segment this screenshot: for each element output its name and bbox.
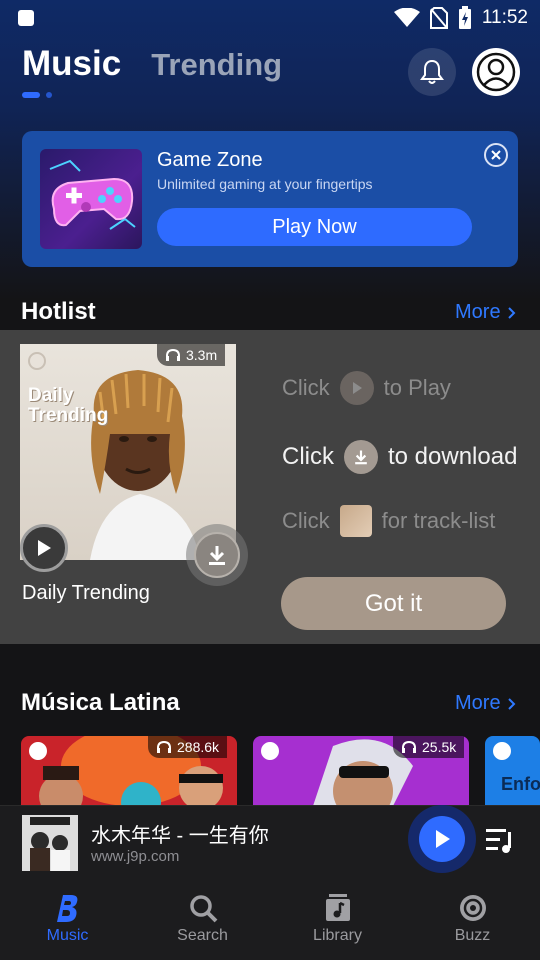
now-playing-cover	[22, 815, 78, 871]
more-label: More	[455, 301, 501, 323]
tab-music[interactable]: Music	[22, 44, 121, 84]
latina-card-3[interactable]: Enfo	[485, 736, 540, 806]
tab-indicator	[22, 92, 52, 98]
cover-text-daily: Daily	[28, 385, 74, 406]
nav-label-library: Library	[313, 926, 362, 944]
now-playing-title: 水木年华 - 一生有你	[91, 825, 269, 847]
top-tabs: Music Trending	[22, 44, 282, 84]
notification-icon	[18, 10, 34, 26]
listen-count-badge: 288.6k	[148, 736, 228, 758]
listen-count: 3.3m	[186, 347, 218, 363]
hotlist-download-button[interactable]	[186, 524, 248, 586]
profile-avatar-button[interactable]	[472, 48, 520, 96]
listen-count: 25.5k	[422, 739, 457, 755]
queue-icon[interactable]	[484, 826, 514, 854]
clock: 11:52	[481, 7, 528, 28]
hint-play-suffix: to Play	[383, 375, 451, 400]
hotlist-card-title: Daily Trending	[22, 582, 150, 604]
download-icon	[209, 546, 225, 565]
cover-text-trending: Trending	[28, 405, 109, 426]
battery-charging-icon	[458, 6, 471, 29]
boomplay-logo-icon	[261, 742, 279, 760]
hint-download-prefix: Click	[282, 443, 334, 470]
buzz-icon	[459, 894, 486, 921]
now-playing-subtitle: www.j9p.com	[91, 848, 180, 865]
mini-player-play-button[interactable]	[408, 805, 476, 873]
nav-library[interactable]: Library	[270, 877, 405, 960]
more-label: More	[455, 692, 501, 714]
wifi-icon	[393, 8, 420, 27]
banner-subtitle: Unlimited gaming at your fingertips	[157, 176, 373, 192]
gamepad-icon	[49, 159, 136, 230]
latina-more-link[interactable]: More	[455, 692, 516, 715]
search-icon	[189, 894, 217, 922]
play-icon	[436, 830, 450, 848]
play-now-button[interactable]: Play Now	[157, 208, 472, 246]
no-sim-icon	[429, 7, 448, 29]
boomplay-logo-icon	[29, 742, 47, 760]
latina-title: Música Latina	[21, 689, 180, 716]
nav-label-buzz: Buzz	[454, 926, 491, 944]
latina-card-1[interactable]: 288.6k	[21, 736, 237, 806]
got-it-button[interactable]: Got it	[281, 577, 506, 630]
hint-tracklist: Click for track-list	[282, 505, 495, 537]
nav-buzz[interactable]: Buzz	[405, 877, 540, 960]
listen-count-badge: 3.3m	[157, 344, 226, 366]
boomplay-logo-icon	[56, 894, 77, 922]
hint-tracklist-prefix: Click	[282, 508, 330, 533]
headphones-icon	[157, 740, 171, 753]
hint-download: Click to download	[282, 440, 517, 474]
gamepad-illustration	[40, 149, 142, 249]
hint-tracklist-suffix: for track-list	[381, 508, 496, 533]
album-art	[22, 815, 78, 871]
cover-thumbnail-icon	[339, 505, 372, 537]
close-banner-button[interactable]	[484, 143, 508, 167]
hint-play: Click to Play	[282, 371, 451, 405]
play-icon	[339, 371, 374, 405]
hotlist-title: Hotlist	[21, 298, 96, 325]
status-bar: 11:52	[0, 0, 540, 36]
nav-label-search: Search	[177, 926, 228, 944]
close-icon	[491, 150, 501, 160]
bell-icon	[420, 59, 444, 84]
nav-search[interactable]: Search	[135, 877, 270, 960]
library-icon	[325, 893, 350, 921]
banner-title: Game Zone	[157, 149, 263, 171]
nav-label-music: Music	[46, 926, 89, 944]
listen-count: 288.6k	[177, 739, 220, 755]
listen-count-badge: 25.5k	[393, 736, 465, 758]
game-zone-banner[interactable]: Game Zone Unlimited gaming at your finge…	[22, 131, 518, 267]
notifications-button[interactable]	[408, 48, 456, 96]
card-text: Enfo	[501, 774, 540, 794]
download-icon	[344, 440, 378, 474]
chevron-right-icon	[507, 306, 515, 319]
tab-trending[interactable]: Trending	[151, 47, 282, 83]
play-icon	[38, 540, 51, 556]
hotlist-play-button[interactable]	[20, 524, 68, 572]
chevron-right-icon	[507, 697, 515, 710]
headphones-icon	[402, 740, 416, 753]
nav-music[interactable]: Music	[0, 877, 135, 960]
latina-card-2[interactable]: 25.5k	[253, 736, 469, 806]
boomplay-logo-icon	[28, 352, 46, 370]
hotlist-more-link[interactable]: More	[455, 301, 516, 324]
headphones-icon	[166, 348, 180, 361]
boomplay-logo-icon	[493, 742, 511, 760]
bottom-nav: Music Search Library Buzz	[0, 877, 540, 960]
user-icon	[476, 52, 516, 92]
hint-play-prefix: Click	[282, 375, 330, 400]
hint-download-suffix: to download	[388, 443, 518, 470]
